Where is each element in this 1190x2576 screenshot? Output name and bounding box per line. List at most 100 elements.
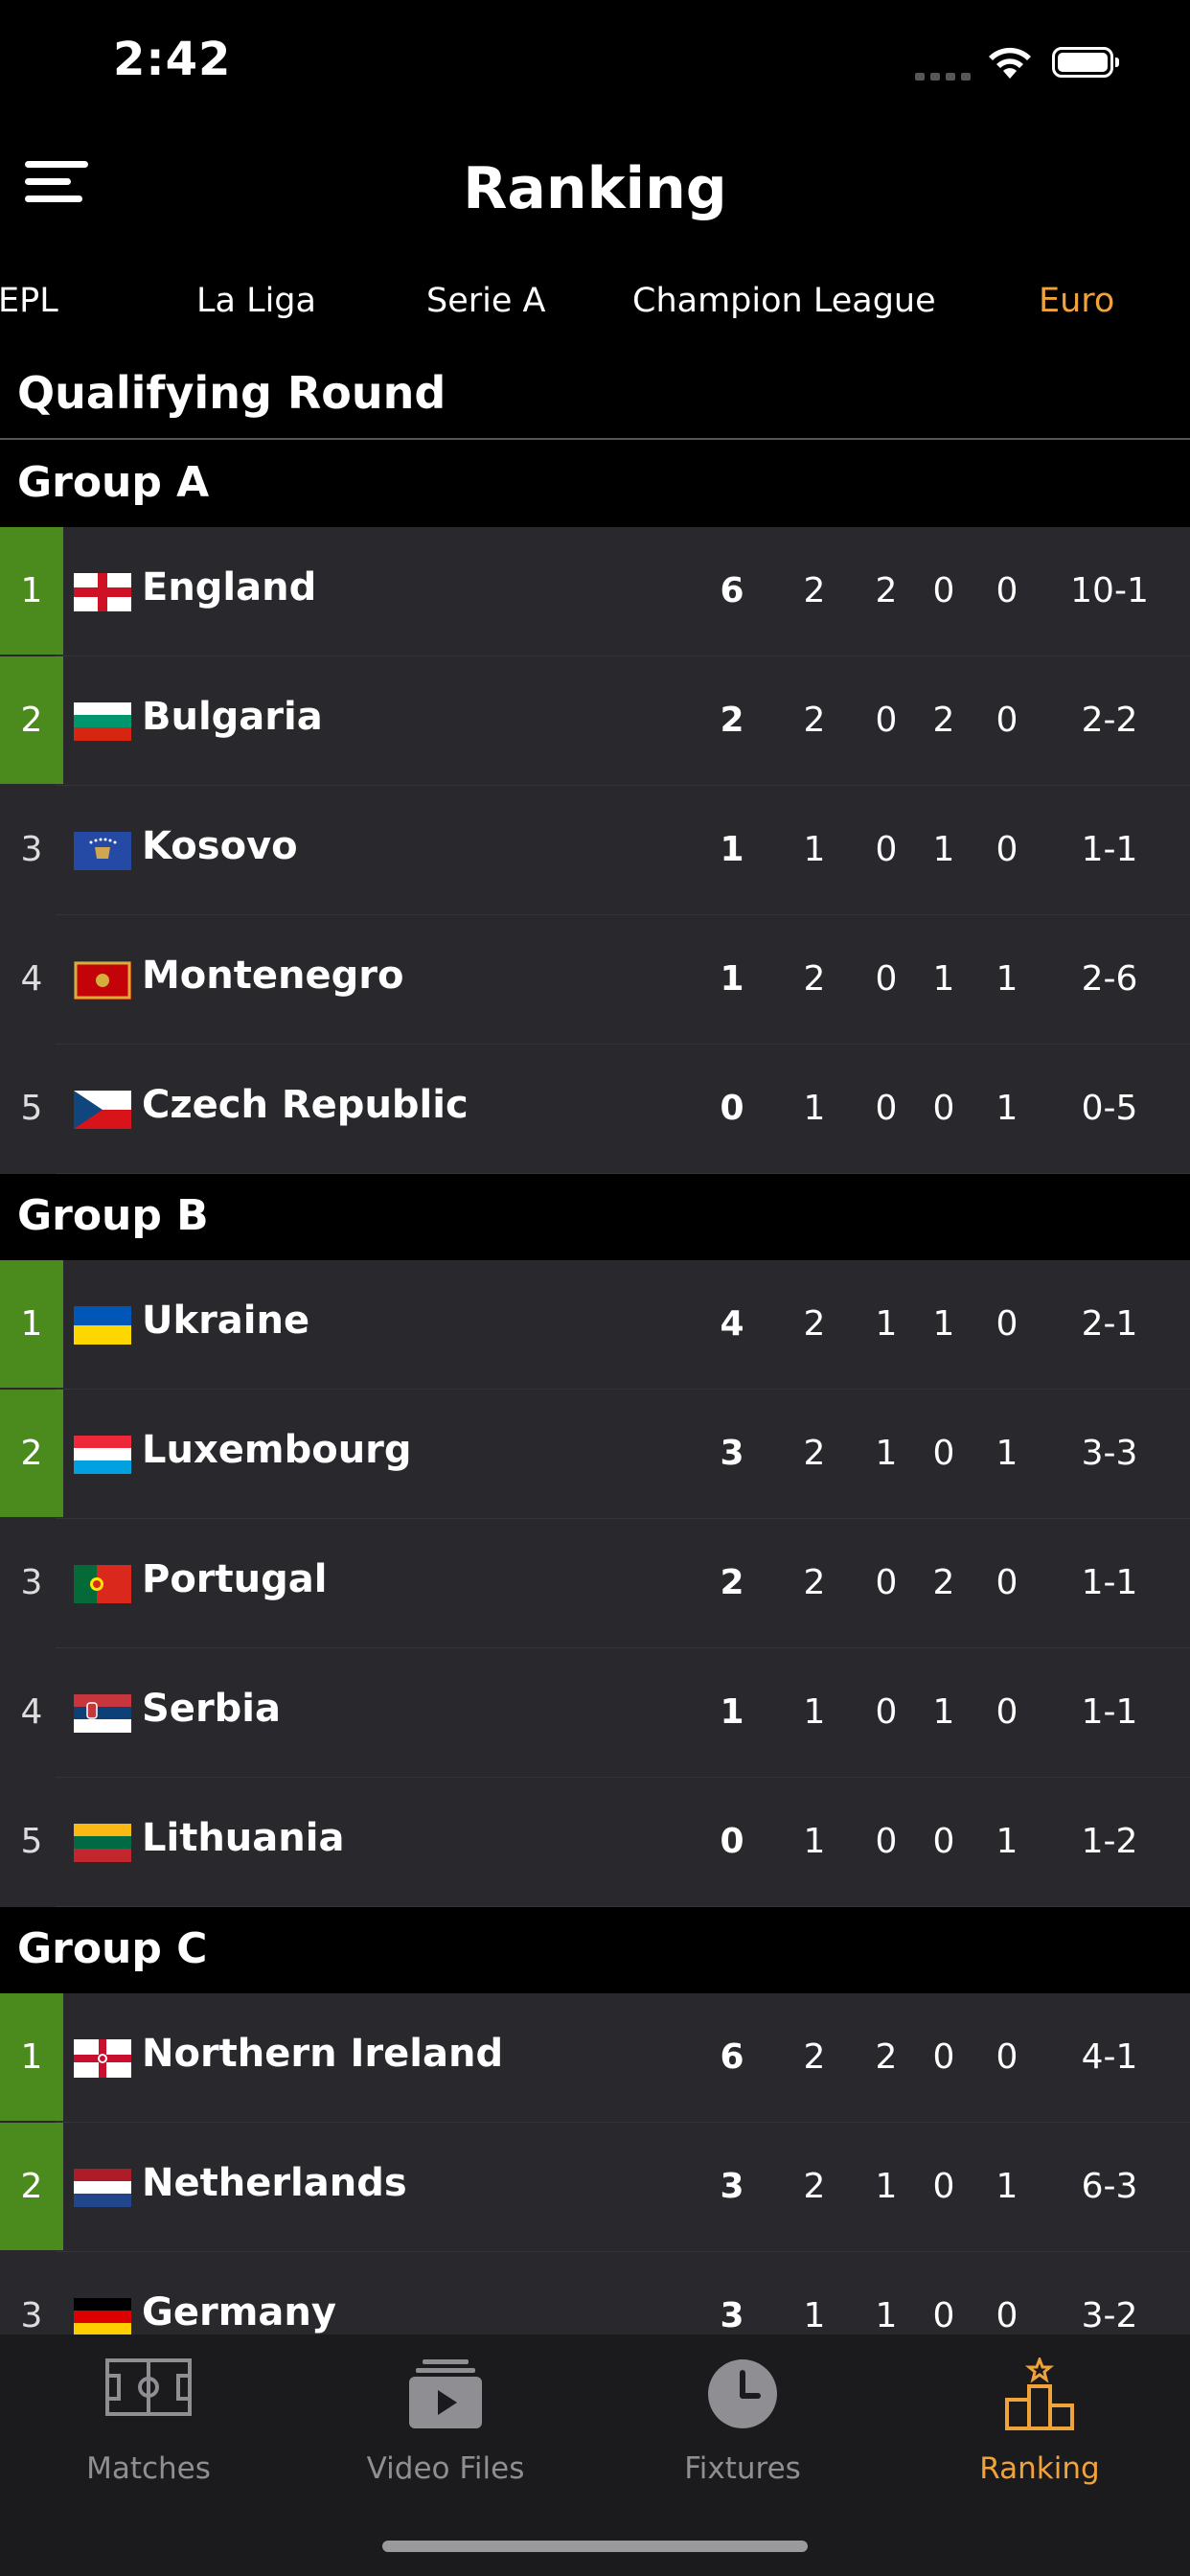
goals: 1-2: [1081, 1822, 1138, 1861]
rank-badge: 1: [0, 1260, 63, 1388]
goals: 2-2: [1081, 701, 1138, 740]
table-row[interactable]: 4 Serbia 1 1 0 1 0 1-1: [0, 1648, 1190, 1778]
points: 1: [720, 959, 744, 999]
tab-la-liga[interactable]: La Liga: [196, 282, 316, 320]
group-title: Group C: [17, 1924, 208, 1973]
played: 1: [803, 1822, 826, 1861]
goals: 2-6: [1081, 959, 1138, 999]
cellular-signal-icon: [915, 69, 971, 80]
podium-icon: [1005, 2358, 1074, 2430]
table-row[interactable]: 5 Czech Republic 0 1 0 0 1 0-5: [0, 1045, 1190, 1174]
england-flag-icon: [74, 573, 131, 611]
rank-badge: 2: [0, 656, 63, 784]
wins: 0: [875, 1089, 898, 1128]
table-row[interactable]: 4 Montenegro 1 2 0 1 1 2-6: [0, 915, 1190, 1045]
northern-ireland-flag-icon: [74, 2039, 131, 2078]
played: 2: [803, 1304, 826, 1344]
clock-icon: [708, 2359, 777, 2428]
tab-epl[interactable]: EPL: [0, 282, 58, 320]
bulgaria-flag-icon: [74, 702, 131, 741]
points: 1: [720, 830, 744, 869]
losses: 1: [995, 959, 1018, 999]
goals: 6-3: [1081, 2167, 1138, 2206]
losses: 1: [995, 1434, 1018, 1473]
rank-badge: 1: [0, 527, 63, 655]
rank-badge: 5: [20, 1822, 43, 1861]
ukraine-flag-icon: [74, 1306, 131, 1345]
team-name: Ukraine: [142, 1299, 310, 1343]
group-header: Group A: [0, 441, 1190, 527]
montenegro-flag-icon: [74, 961, 131, 1000]
rank-badge: 1: [0, 1993, 63, 2121]
table-row[interactable]: 1 Northern Ireland 6 2 2 0 0 4-1: [0, 1993, 1190, 2123]
played: 1: [803, 1089, 826, 1128]
wins: 0: [875, 830, 898, 869]
team-name: Serbia: [142, 1687, 281, 1731]
table-row[interactable]: 1 England 6 2 2 0 0 10-1: [0, 527, 1190, 656]
status-time: 2:42: [113, 33, 232, 86]
divider: [0, 438, 1190, 440]
tab-matches[interactable]: Matches: [0, 2334, 297, 2488]
team-name: Luxembourg: [142, 1428, 412, 1472]
played: 2: [803, 1563, 826, 1602]
table-row[interactable]: 2 Netherlands 3 2 1 0 1 6-3: [0, 2123, 1190, 2252]
losses: 0: [995, 830, 1018, 869]
football-pitch-icon: [105, 2358, 192, 2416]
table-row[interactable]: 3 Kosovo 1 1 0 1 0 1-1: [0, 786, 1190, 915]
points: 4: [720, 1304, 744, 1344]
standings: Group A 1 England 6 2 2 0 0 10-1 2 Bulga…: [0, 441, 1190, 2381]
wins: 1: [875, 2167, 898, 2206]
goals: 1-1: [1081, 1563, 1138, 1602]
losses: 1: [995, 2167, 1018, 2206]
tab-euro[interactable]: Euro: [1039, 282, 1114, 320]
video-files-icon: [409, 2359, 482, 2428]
losses: 0: [995, 1304, 1018, 1344]
battery-icon: [1052, 47, 1119, 78]
table-row[interactable]: 2 Luxembourg 3 2 1 0 1 3-3: [0, 1390, 1190, 1519]
points: 0: [720, 1822, 744, 1861]
table-row[interactable]: 5 Lithuania 0 1 0 0 1 1-2: [0, 1778, 1190, 1907]
wins: 1: [875, 2296, 898, 2335]
points: 6: [720, 2037, 744, 2077]
goals: 10-1: [1070, 571, 1149, 610]
draws: 0: [932, 1434, 955, 1473]
table-row[interactable]: 2 Bulgaria 2 2 0 2 0 2-2: [0, 656, 1190, 786]
tab-label: Ranking: [979, 2451, 1100, 2486]
played: 2: [803, 571, 826, 610]
lithuania-flag-icon: [74, 1824, 131, 1862]
team-name: Northern Ireland: [142, 2032, 504, 2076]
goals: 1-1: [1081, 830, 1138, 869]
table-row[interactable]: 3 Portugal 2 2 0 2 0 1-1: [0, 1519, 1190, 1648]
losses: 0: [995, 1563, 1018, 1602]
rank-badge: 3: [20, 830, 43, 869]
wins: 0: [875, 959, 898, 999]
tab-label: Fixtures: [684, 2451, 801, 2486]
navigation-bar: Ranking: [0, 134, 1190, 249]
round-title: Qualifying Round: [17, 367, 446, 419]
group-header: Group C: [0, 1907, 1190, 1993]
draws: 2: [932, 1563, 955, 1602]
team-name: Bulgaria: [142, 695, 323, 739]
losses: 1: [995, 1822, 1018, 1861]
tab-video-files[interactable]: Video Files: [297, 2334, 594, 2488]
tab-serie-a[interactable]: Serie A: [426, 282, 545, 320]
draws: 0: [932, 2167, 955, 2206]
played: 2: [803, 2167, 826, 2206]
table-row[interactable]: 1 Ukraine 4 2 1 1 0 2-1: [0, 1260, 1190, 1390]
tab-label: Video Files: [366, 2451, 525, 2486]
team-name: Lithuania: [142, 1816, 345, 1860]
league-tabs: EPL La Liga Serie A Champion League Euro: [0, 268, 1190, 345]
tab-ranking[interactable]: Ranking: [891, 2334, 1188, 2488]
losses: 0: [995, 2296, 1018, 2335]
played: 2: [803, 1434, 826, 1473]
serbia-flag-icon: [74, 1694, 131, 1733]
losses: 0: [995, 2037, 1018, 2077]
played: 1: [803, 830, 826, 869]
wifi-icon: [989, 47, 1031, 79]
played: 2: [803, 2037, 826, 2077]
wins: 1: [875, 1304, 898, 1344]
tab-fixtures[interactable]: Fixtures: [594, 2334, 891, 2488]
team-name: Netherlands: [142, 2161, 407, 2205]
home-indicator[interactable]: [382, 2541, 808, 2552]
tab-champion-league[interactable]: Champion League: [632, 282, 936, 320]
